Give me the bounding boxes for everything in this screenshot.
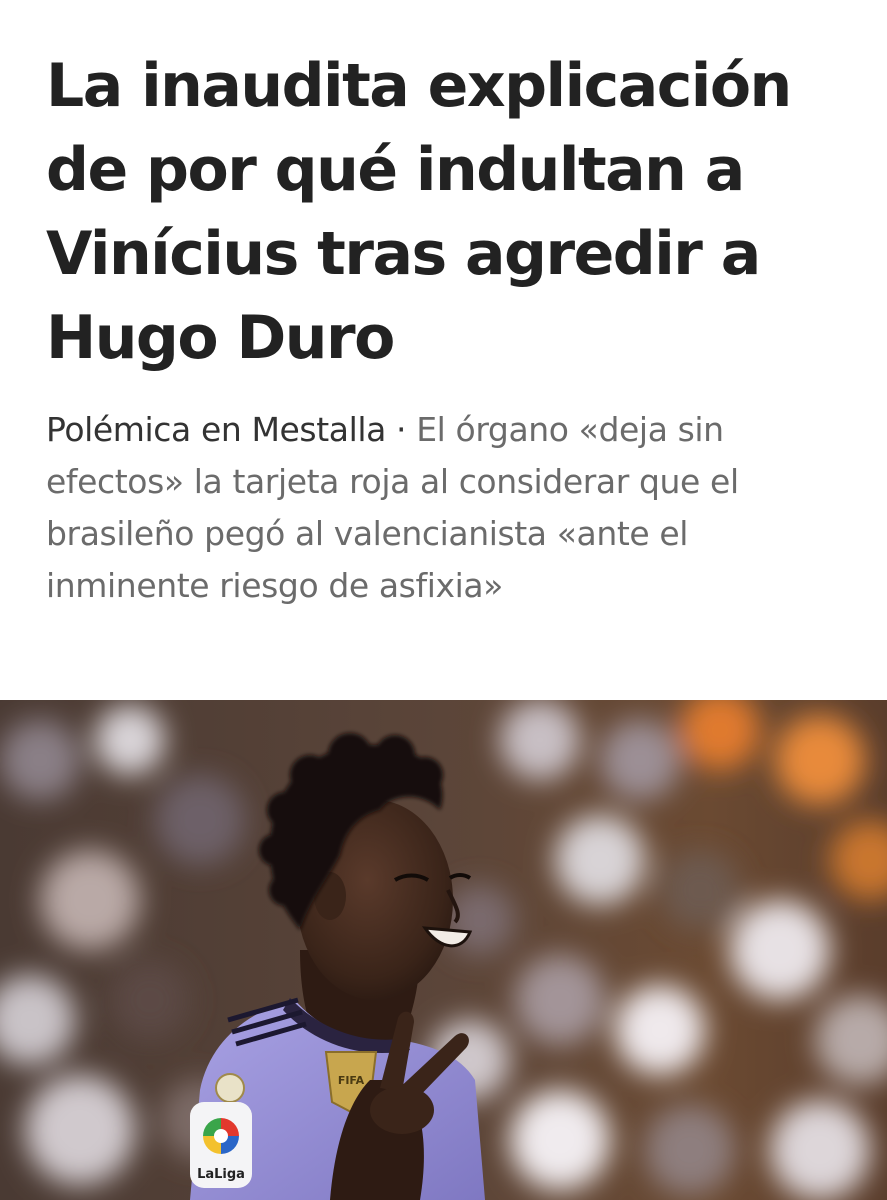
subheadline: Polémica en Mestalla · El órgano «deja s… xyxy=(46,404,846,612)
laliga-label: LaLiga xyxy=(197,1167,245,1182)
laliga-patch: LaLiga xyxy=(190,1102,252,1188)
article: La inaudita explicación de por qué indul… xyxy=(0,0,887,1200)
fifa-badge-label: FIFA xyxy=(338,1074,365,1087)
headline[interactable]: La inaudita explicación de por qué indul… xyxy=(46,44,846,380)
separator: · xyxy=(385,410,417,449)
player-photo-illustration: FIFA LaLiga xyxy=(0,700,887,1200)
article-photo[interactable]: FIFA LaLiga xyxy=(0,700,887,1200)
kicker: Polémica en Mestalla xyxy=(46,410,386,449)
